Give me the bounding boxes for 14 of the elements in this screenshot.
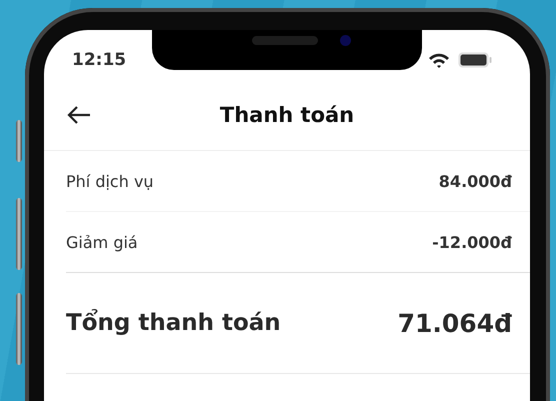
total-amount: 71.064đ [398, 308, 512, 338]
wifi-icon [428, 52, 450, 68]
page-title: Thanh toán [220, 103, 354, 127]
camera-dot [340, 35, 351, 46]
total-label: Tổng thanh toán [66, 310, 281, 336]
fee-label: Giảm giá [66, 232, 138, 252]
back-button[interactable] [66, 105, 92, 125]
fee-amount: 84.000đ [438, 172, 512, 190]
status-time: 12:15 [72, 50, 126, 70]
battery-icon [458, 52, 492, 68]
fee-amount: -12.000đ [432, 232, 512, 252]
fee-label: Phí dịch vụ [66, 172, 154, 190]
back-arrow-icon [66, 105, 92, 125]
speaker-grille [252, 36, 318, 45]
